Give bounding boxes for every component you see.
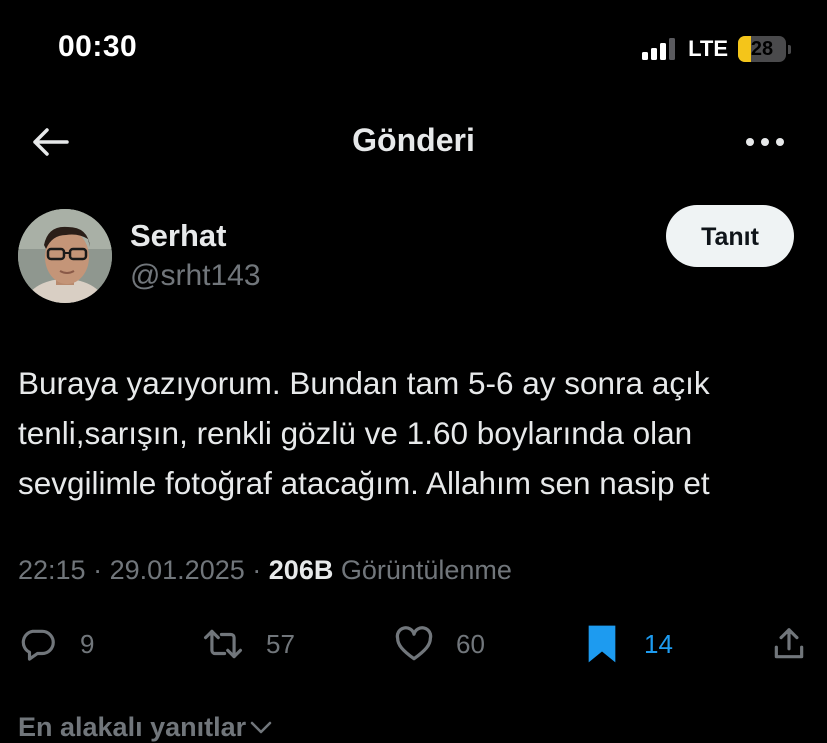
share-icon <box>774 628 804 659</box>
nav-bar: Gönderi <box>0 100 827 184</box>
battery-indicator: 28 <box>738 36 786 62</box>
reply-button[interactable]: 9 <box>20 620 94 668</box>
status-indicators: LTE 28 <box>642 36 791 62</box>
heart-icon <box>395 626 433 661</box>
tweet-text: Buraya yazıyorum. Bundan tam 5-6 ay sonr… <box>18 365 710 501</box>
views-label: Görüntülenme <box>340 555 512 585</box>
author-name[interactable]: Serhat <box>130 218 226 254</box>
status-bar: 00:30 LTE 28 <box>0 0 827 100</box>
replies-sort-label: En alakalı yanıtlar <box>18 712 247 742</box>
cellular-signal-icon <box>642 38 676 60</box>
avatar-photo <box>18 209 112 303</box>
bookmark-button[interactable]: 14 <box>586 620 673 668</box>
retweet-button[interactable]: 57 <box>202 620 295 668</box>
bookmark-count: 14 <box>644 628 673 659</box>
like-button[interactable]: 60 <box>394 620 485 668</box>
battery-cap <box>788 44 791 54</box>
like-count: 60 <box>456 628 485 659</box>
status-time: 00:30 <box>58 30 138 63</box>
retweet-count: 57 <box>266 628 295 659</box>
replies-sort-dropdown[interactable]: En alakalı yanıtlar <box>18 712 272 743</box>
tweet-time[interactable]: 22:15 <box>18 555 86 585</box>
action-bar: 9 57 60 14 <box>0 620 827 668</box>
page-title: Gönderi <box>352 122 475 158</box>
battery-percent: 28 <box>750 38 774 60</box>
tweet-meta: 22:15 · 29.01.2025 · 206B Görüntülenme <box>18 555 512 586</box>
avatar[interactable] <box>18 209 112 303</box>
follow-button[interactable]: Tanıt <box>666 205 794 267</box>
tweet-date[interactable]: 29.01.2025 <box>110 555 245 585</box>
network-type: LTE <box>688 36 728 61</box>
bookmark-filled-icon <box>588 625 616 663</box>
share-button[interactable] <box>770 620 808 668</box>
meta-separator: · <box>252 555 262 585</box>
reply-icon <box>21 629 55 661</box>
reply-count: 9 <box>80 628 95 659</box>
chevron-down-icon <box>250 721 272 733</box>
retweet-icon <box>203 629 242 659</box>
views-count: 206B <box>268 555 334 585</box>
more-horizontal-icon <box>746 138 784 146</box>
meta-separator: · <box>93 555 103 585</box>
author-handle[interactable]: @srht143 <box>130 259 261 293</box>
more-options-button[interactable] <box>743 122 787 162</box>
